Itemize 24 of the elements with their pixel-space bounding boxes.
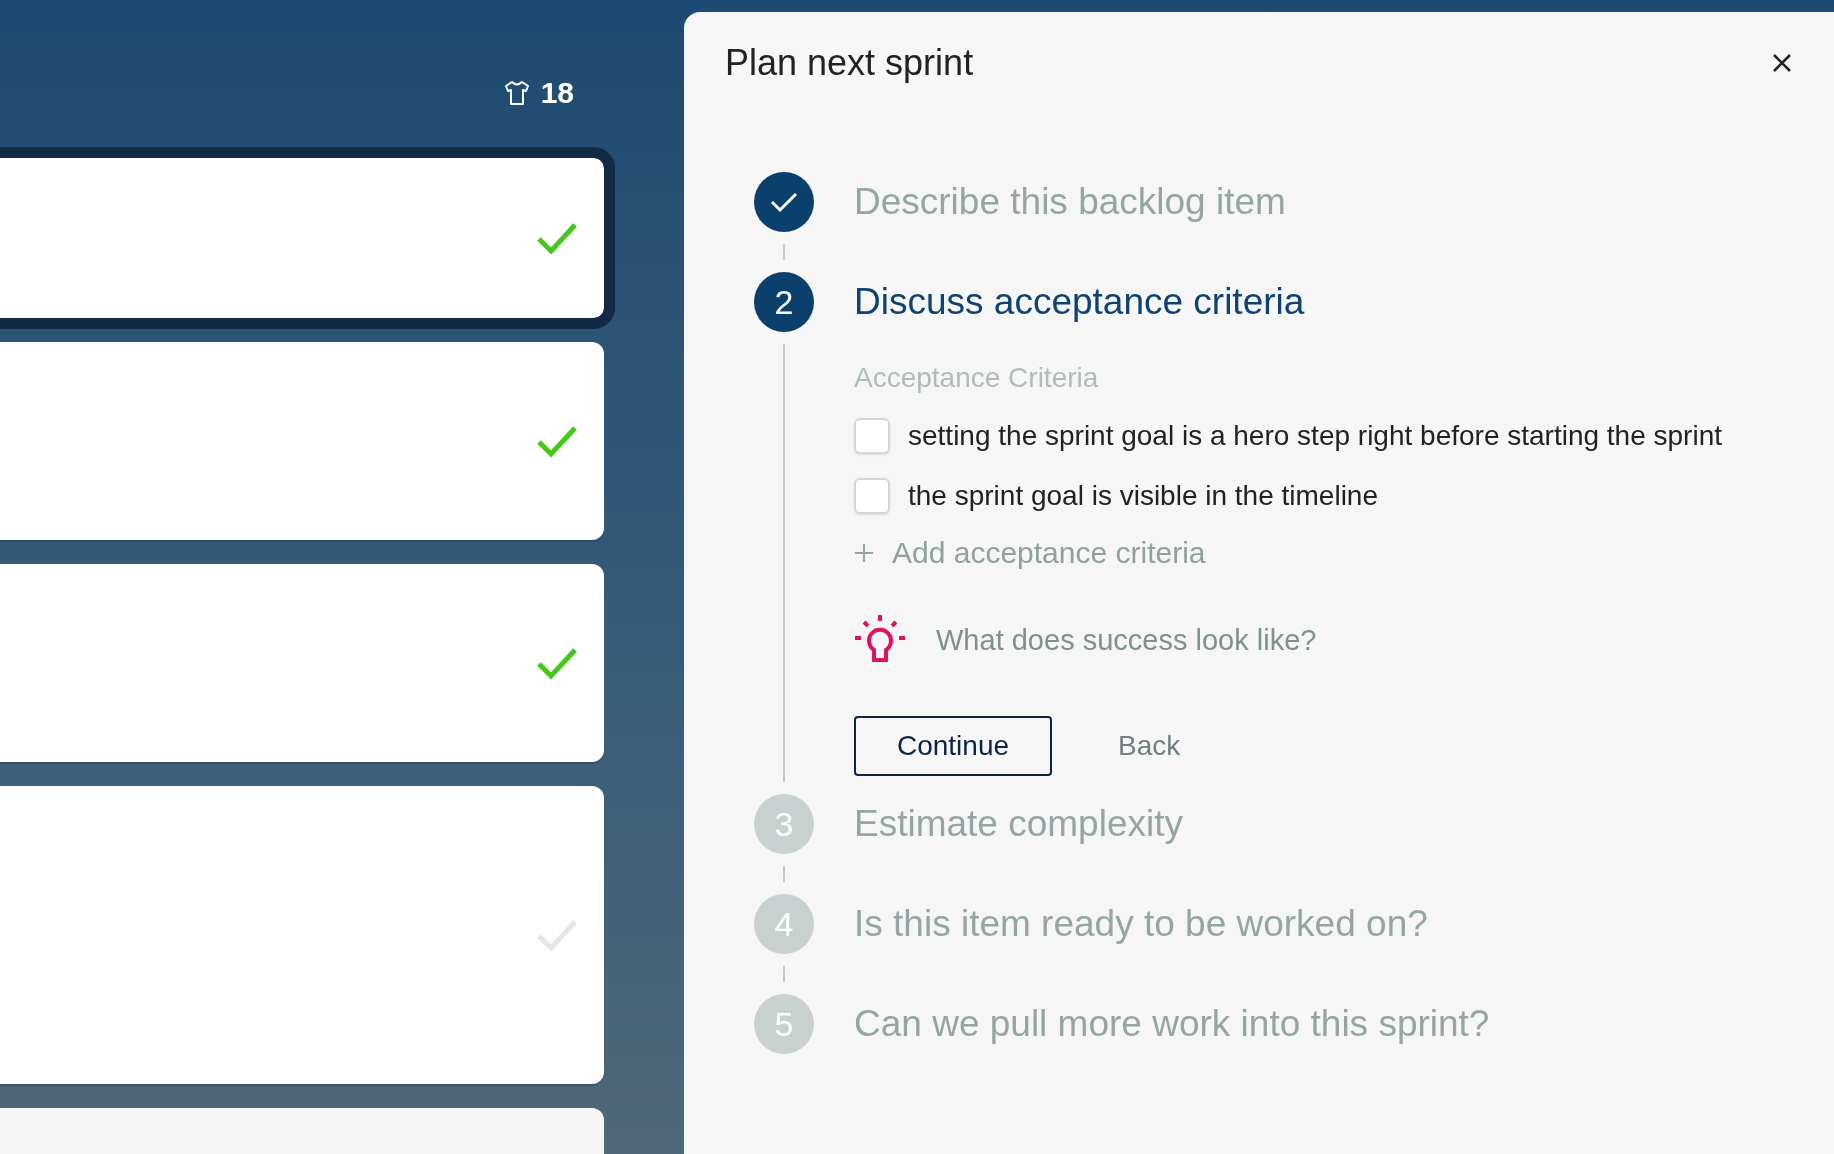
criterion-text: the sprint goal is visible in the timeline: [908, 480, 1379, 512]
checkbox[interactable]: [854, 478, 890, 514]
plus-icon[interactable]: [854, 543, 874, 563]
backlog-card[interactable]: [0, 564, 604, 762]
panel-title: Plan next sprint: [725, 42, 974, 84]
add-criteria-link[interactable]: Add acceptance criteria: [892, 536, 1206, 570]
step-title[interactable]: Discuss acceptance criteria: [854, 281, 1305, 323]
section-label: Acceptance Criteria: [854, 362, 1100, 394]
backlog-card[interactable]: [0, 342, 604, 540]
criterion-text: setting the sprint goal is a hero step right before starting the sprint: [908, 420, 1723, 452]
step-marker: 2: [754, 272, 814, 332]
back-button[interactable]: Back: [1108, 722, 1191, 770]
check-icon: [770, 191, 798, 213]
close-icon[interactable]: [1772, 53, 1792, 73]
story-points: 18: [540, 76, 574, 110]
backlog-card[interactable]: [0, 786, 604, 1084]
checkbox[interactable]: [854, 418, 890, 454]
step-title[interactable]: Is this item ready to be worked on?: [854, 903, 1428, 945]
step-title[interactable]: Describe this backlog item: [854, 181, 1286, 223]
step-title[interactable]: Can we pull more work into this sprint?: [854, 1003, 1490, 1045]
hint-text: What does success look like?: [936, 623, 1317, 657]
shirt-icon: [502, 79, 531, 107]
step-title[interactable]: Estimate complexity: [854, 803, 1183, 845]
continue-button[interactable]: Continue: [854, 716, 1052, 776]
